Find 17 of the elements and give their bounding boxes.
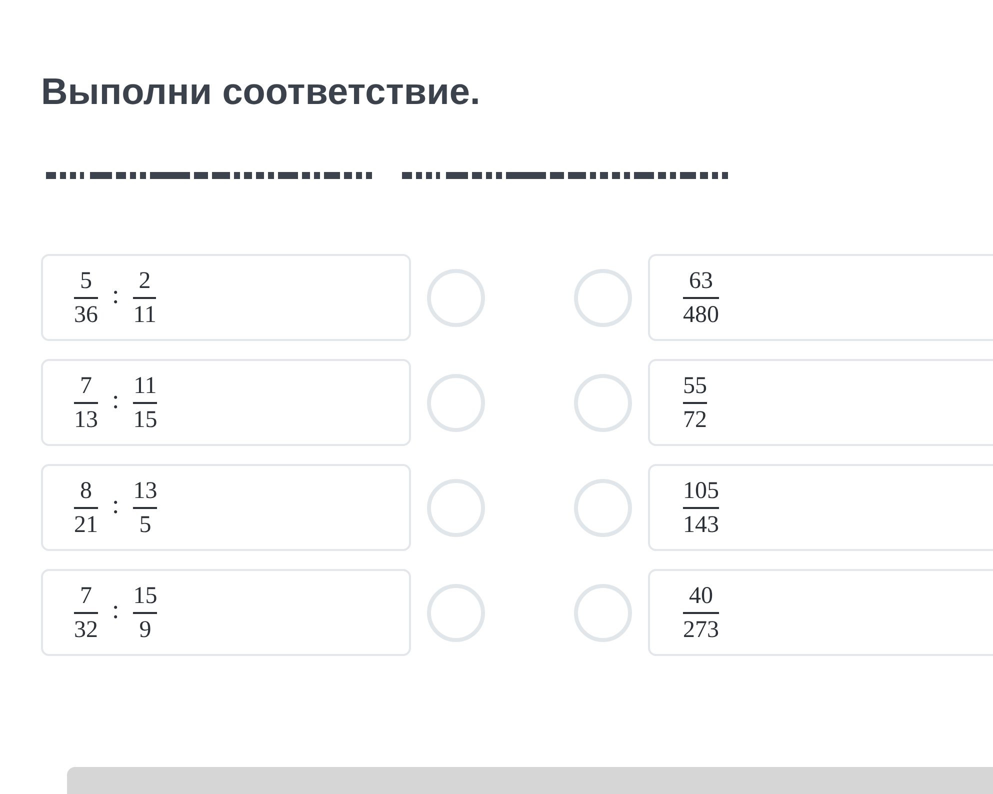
fraction: 55 72 [683,372,707,434]
task-title: Выполни соответствие. [41,70,480,114]
division-sign: : [112,279,120,311]
fraction: 11 15 [133,372,158,434]
fraction: 63 480 [683,266,719,330]
division-sign: : [112,594,120,626]
fraction: 13 5 [133,476,158,540]
fraction: 7 32 [74,582,98,644]
fraction: 2 11 [133,266,156,330]
division-sign: : [112,489,120,521]
division-sign: : [112,384,120,416]
fraction: 15 9 [133,582,158,644]
fraction: 8 21 [74,476,98,540]
fraction: 105 143 [683,476,719,540]
fraction: 40 273 [683,582,719,644]
fraction: 5 36 [74,266,98,330]
fraction: 7 13 [74,372,98,434]
